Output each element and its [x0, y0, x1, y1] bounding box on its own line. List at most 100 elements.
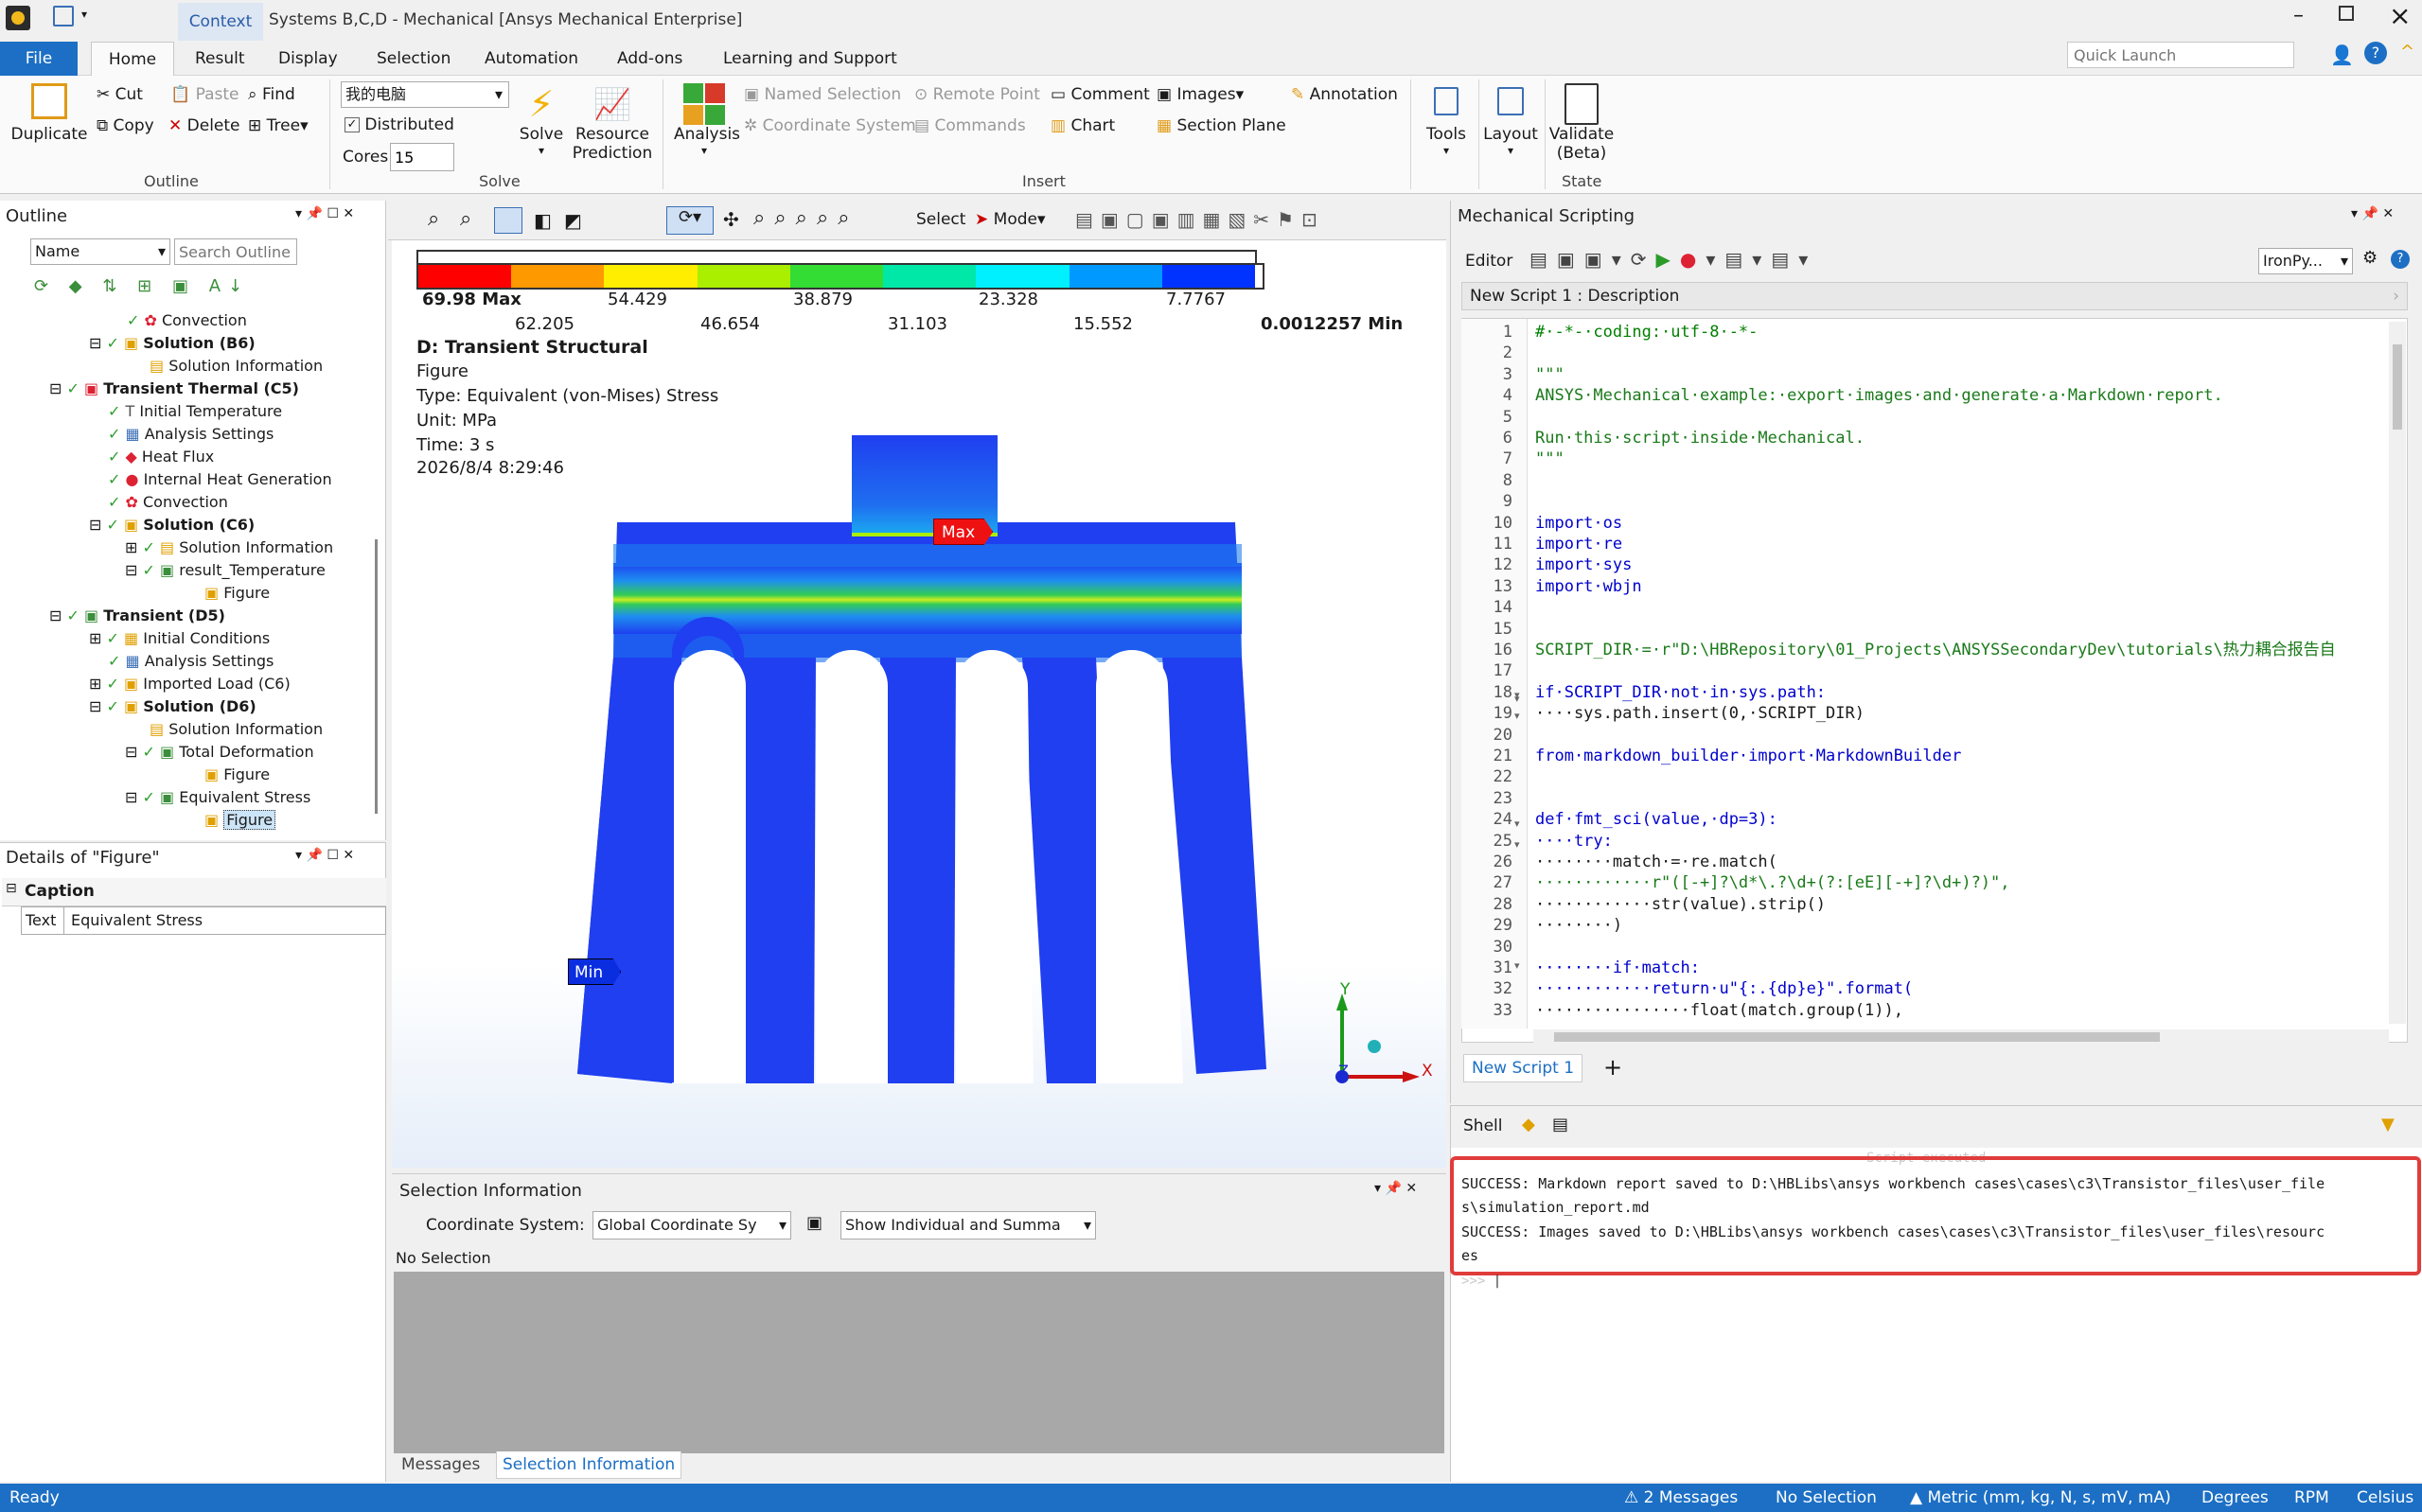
tab-add-ons[interactable]: Add-ons: [608, 43, 692, 76]
delete-button[interactable]: ✕ Delete: [168, 116, 240, 135]
file-menu[interactable]: File: [0, 42, 78, 76]
restore-button[interactable]: [2339, 6, 2354, 21]
editor-horizontal-scrollbar[interactable]: [1533, 1029, 2389, 1045]
tree-item[interactable]: ⊟ ✓ ▣ Solution (D6): [89, 695, 256, 718]
details-controls[interactable]: ▾ 📌 ☐ ✕: [295, 848, 354, 863]
status-messages[interactable]: ⚠ 2 Messages: [1624, 1484, 1738, 1512]
quick-launch-input[interactable]: [2067, 42, 2294, 68]
fold-marker[interactable]: ▾ ▾: [1514, 814, 1520, 855]
code-line[interactable]: """: [1535, 364, 1565, 385]
tools-button[interactable]: Tools ▾: [1420, 87, 1473, 157]
language-select[interactable]: IronPy... ▾: [2258, 248, 2353, 274]
annotation-button[interactable]: ✎ Annotation: [1291, 85, 1398, 104]
section-plane-button[interactable]: ▦ Section Plane: [1157, 116, 1286, 135]
tree-item[interactable]: ⊞ ✓ ▣ Imported Load (C6): [89, 673, 291, 695]
tree-item[interactable]: ▤ Solution Information: [150, 355, 323, 378]
outline-name-select[interactable]: Name ▾: [30, 238, 170, 265]
minimize-button[interactable]: –: [2293, 4, 2304, 27]
code-line[interactable]: ········match·=·re.match(: [1535, 852, 1777, 872]
code-line[interactable]: Run·this·script·inside·Mechanical.: [1535, 428, 1865, 448]
cut-button[interactable]: ✂ Cut: [97, 85, 143, 104]
code-line[interactable]: """: [1535, 448, 1565, 469]
tree-item[interactable]: ⊟ ✓ ▣ Total Deformation: [125, 741, 314, 764]
code-line[interactable]: #·-*-·coding:·utf-8·-*-: [1535, 322, 1758, 343]
add-script-button[interactable]: +: [1603, 1054, 1622, 1081]
tab-messages[interactable]: Messages: [401, 1455, 480, 1474]
layout-button[interactable]: Layout ▾: [1482, 87, 1539, 157]
resource-prediction-button[interactable]: 📈 Resource Prediction: [572, 83, 653, 163]
tab-display[interactable]: Display: [269, 43, 347, 76]
analysis-button[interactable]: Analysis ▾: [674, 83, 740, 157]
tree-item[interactable]: ⊟ ✓ ▣ Solution (B6): [89, 332, 256, 355]
editor-vertical-scrollbar[interactable]: [2389, 322, 2406, 1024]
close-window-button[interactable]: ×: [2389, 0, 2411, 31]
tab-selection[interactable]: Selection: [367, 43, 460, 76]
tree-item[interactable]: ▣ Figure: [204, 582, 270, 605]
commands-button[interactable]: ▤ Commands: [914, 116, 1026, 135]
scripting-controls[interactable]: ▾ 📌 ✕: [2351, 206, 2394, 221]
outline-search-input[interactable]: [174, 238, 297, 265]
solve-button[interactable]: ⚡ Solve ▾: [515, 83, 568, 157]
solve-host-select[interactable]: 我的电脑 ▾: [341, 81, 509, 108]
comment-button[interactable]: ▭ Comment: [1051, 85, 1150, 104]
tree-item[interactable]: ⊟ ✓ ▣ Transient Thermal (C5): [49, 378, 299, 400]
tree-item[interactable]: ▤ Solution Information: [150, 718, 323, 741]
paste-button[interactable]: 📋 Paste: [170, 85, 239, 104]
named-selection-button[interactable]: ▣ Named Selection: [744, 85, 901, 104]
code-line[interactable]: from·markdown_builder·import·MarkdownBui…: [1535, 746, 1961, 766]
context-tab[interactable]: Context: [178, 3, 263, 41]
scripting-help-icon[interactable]: ?: [2391, 250, 2410, 269]
copy-button[interactable]: ⧉ Copy: [97, 116, 154, 135]
code-line[interactable]: ········if·match:: [1535, 958, 1700, 978]
validate-button[interactable]: Validate (Beta): [1548, 83, 1615, 163]
zoom-fit-icon[interactable]: ⌕: [428, 207, 439, 231]
pan-icon[interactable]: ✣: [723, 208, 739, 231]
code-line[interactable]: def·fmt_sci(value,·dp=3):: [1535, 809, 1777, 830]
status-units[interactable]: ▲ Metric (mm, kg, N, s, mV, mA): [1910, 1484, 2171, 1512]
tree-item[interactable]: ✓ ● Internal Heat Generation: [108, 468, 332, 491]
status-temperature[interactable]: Celsius: [2357, 1484, 2413, 1512]
tree-item[interactable]: ✓ ▦ Analysis Settings: [108, 650, 274, 673]
details-row[interactable]: Text Equivalent Stress: [21, 906, 386, 935]
tree-button[interactable]: ⊞ Tree▾: [248, 116, 309, 135]
coord-system-select[interactable]: Global Coordinate Sy ▾: [592, 1211, 791, 1239]
tree-item[interactable]: ⊞ ✓ ▦ Initial Conditions: [89, 627, 270, 650]
code-line[interactable]: import·re: [1535, 534, 1622, 554]
status-rpm[interactable]: RPM: [2294, 1484, 2329, 1512]
tree-item[interactable]: ⊞ ✓ ▤ Solution Information: [125, 536, 333, 559]
code-line[interactable]: ········): [1535, 915, 1622, 936]
rotate-icon[interactable]: ⟳▾: [666, 206, 714, 235]
outline-pin-icon[interactable]: ▾ 📌 ☐ ✕: [295, 206, 354, 221]
code-line[interactable]: ················float(match.group(1)),: [1535, 1000, 1903, 1021]
user-icon[interactable]: 👤: [2330, 44, 2354, 66]
status-angle[interactable]: Degrees: [2201, 1484, 2269, 1512]
tab-result[interactable]: Result: [186, 43, 255, 76]
tree-item[interactable]: ⊟ ✓ ▣ Solution (C6): [89, 514, 255, 536]
tab-home[interactable]: Home: [91, 42, 174, 77]
editor-toolbar[interactable]: ▤▣▣▾⟳▶●▾▤▾▤▾: [1529, 248, 1817, 271]
help-icon[interactable]: ?: [2364, 42, 2387, 64]
tab-selection-information[interactable]: Selection Information: [496, 1451, 682, 1479]
distributed-checkbox[interactable]: ✓ Distributed: [345, 115, 454, 134]
code-line[interactable]: ············r"([-+]?\d*\.?\d+(?:[eE][-+]…: [1535, 872, 2010, 893]
selection-info-controls[interactable]: ▾ 📌 ✕: [1374, 1181, 1417, 1196]
export-selection-icon[interactable]: ▣: [806, 1213, 822, 1233]
clear-shell-icon[interactable]: ◆: [1522, 1115, 1535, 1134]
code-line[interactable]: ····sys.path.insert(0,·SCRIPT_DIR): [1535, 703, 1865, 724]
zoom-icon[interactable]: ⌕⌕⌕⌕⌕: [753, 206, 859, 230]
fold-markers[interactable]: ▾ ▾: [1514, 685, 1520, 727]
find-button[interactable]: ⌕ Find: [248, 85, 295, 104]
code-line[interactable]: ····try:: [1535, 831, 1613, 852]
tree-item[interactable]: ⊟ ✓ ▣ result_Temperature: [125, 559, 326, 582]
coordinate-system-button[interactable]: ✲ Coordinate System: [744, 116, 916, 135]
filter-icon[interactable]: ▼: [2381, 1115, 2395, 1134]
tab-learning-support[interactable]: Learning and Support: [714, 43, 907, 76]
script-description-bar[interactable]: New Script 1 : Description ›: [1461, 282, 2408, 310]
tree-item[interactable]: ✓ ✿ Convection: [127, 309, 247, 332]
shell-prompt[interactable]: >>> |: [1461, 1274, 1501, 1289]
tree-item[interactable]: ▣ Figure: [204, 764, 270, 786]
view-solid-icon[interactable]: [494, 207, 522, 234]
chart-button[interactable]: ▥ Chart: [1051, 116, 1115, 135]
tree-item[interactable]: ⊟ ✓ ▣ Transient (D5): [49, 605, 225, 627]
mode-button[interactable]: ➤ Mode▾: [975, 210, 1046, 229]
